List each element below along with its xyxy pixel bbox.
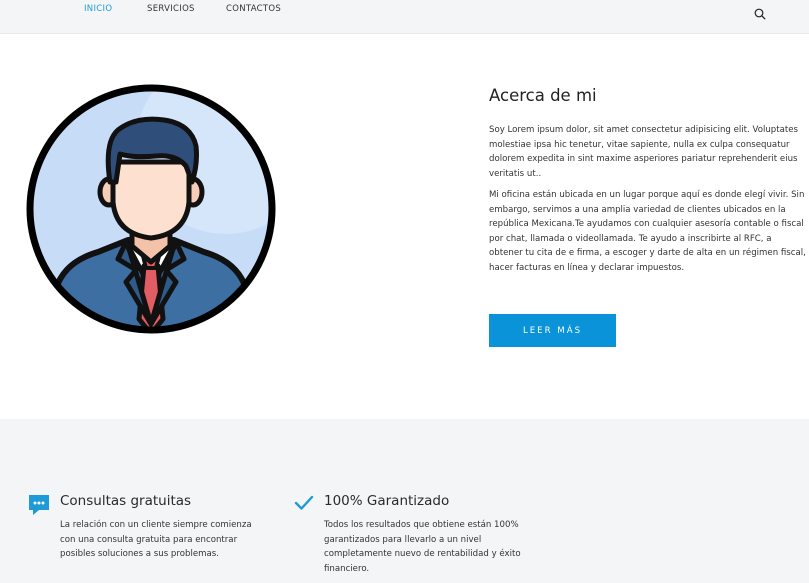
checkmark-icon xyxy=(294,495,314,510)
top-navbar: INICIO SERVICIOS CONTACTOS xyxy=(0,0,809,34)
nav-item-inicio[interactable]: INICIO xyxy=(84,4,112,14)
nav-item-servicios[interactable]: SERVICIOS xyxy=(147,4,195,14)
feature-title: Consultas gratuitas xyxy=(60,493,192,509)
feature-text: La relación con un cliente siempre comie… xyxy=(60,520,252,560)
nav-item-contactos[interactable]: CONTACTOS xyxy=(226,4,281,14)
feature-text: Todos los resultados que obtiene están 1… xyxy=(324,520,521,574)
about-title: Acerca de mi xyxy=(489,86,597,105)
feature-title: 100% Garantizado xyxy=(324,493,450,509)
about-paragraph-1: Soy Lorem ipsum dolor, sit amet consecte… xyxy=(489,125,799,179)
chat-bubble-icon xyxy=(29,495,49,515)
about-paragraph-2: Mi oficina están ubicada en un lugar por… xyxy=(489,190,806,273)
search-icon[interactable] xyxy=(753,7,767,21)
read-more-button[interactable]: LEER MÁS xyxy=(489,314,616,347)
businessman-avatar-icon xyxy=(26,84,276,334)
